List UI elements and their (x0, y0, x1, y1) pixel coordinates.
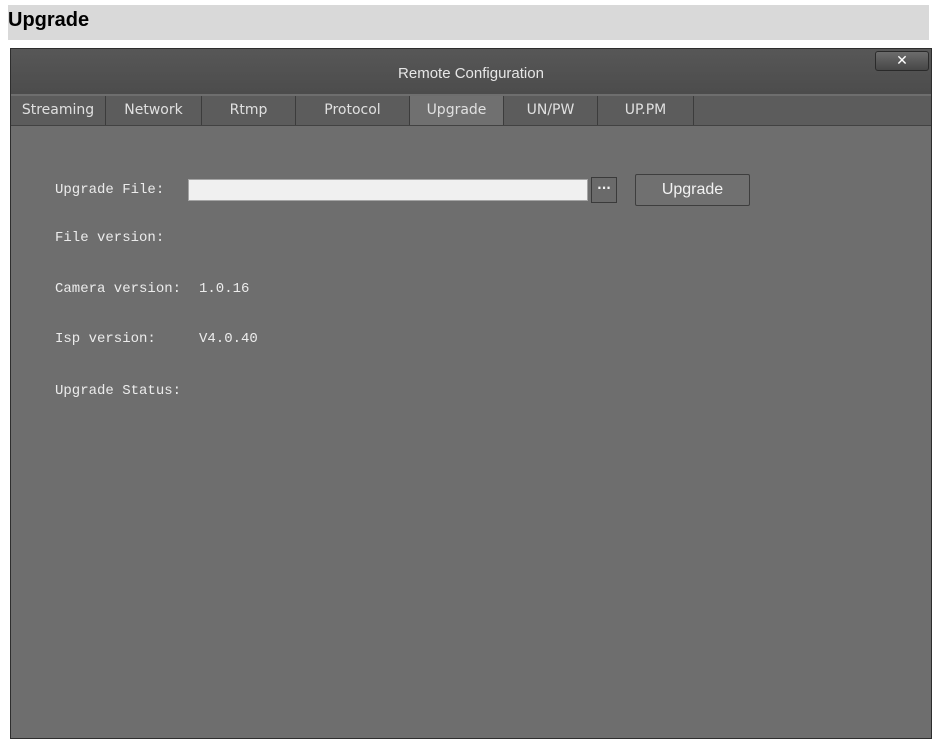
camera-version-value: 1.0.16 (199, 281, 250, 297)
page-header: Upgrade (8, 5, 929, 40)
tab-un-pw[interactable]: UN/PW (504, 96, 598, 125)
window-title: Remote Configuration (398, 65, 544, 82)
close-icon: ✕ (896, 53, 908, 69)
tab-upgrade[interactable]: Upgrade (410, 96, 504, 125)
upgrade-button[interactable]: Upgrade (635, 174, 750, 206)
tab-up-pm[interactable]: UP.PM (598, 96, 694, 125)
tab-network[interactable]: Network (106, 96, 202, 125)
ellipsis-icon: ··· (597, 181, 611, 195)
tab-bar: Streaming Network Rtmp Protocol Upgrade … (11, 96, 931, 126)
upgrade-file-label: Upgrade File: (55, 182, 165, 198)
tab-streaming[interactable]: Streaming (11, 96, 106, 125)
tab-rtmp[interactable]: Rtmp (202, 96, 296, 125)
isp-version-value: V4.0.40 (199, 331, 258, 347)
window-titlebar[interactable]: Remote Configuration ✕ (11, 49, 931, 94)
isp-version-label: Isp version: (55, 331, 156, 347)
upgrade-status-label: Upgrade Status: (55, 383, 182, 399)
browse-button[interactable]: ··· (591, 177, 617, 203)
tab-protocol[interactable]: Protocol (296, 96, 410, 125)
camera-version-label: Camera version: (55, 281, 182, 297)
page-heading: Upgrade (8, 9, 90, 31)
upgrade-file-input[interactable] (188, 179, 588, 201)
file-version-label: File version: (55, 230, 165, 246)
close-button[interactable]: ✕ (875, 51, 929, 71)
remote-configuration-window: Remote Configuration ✕ Streaming Network… (10, 48, 932, 739)
